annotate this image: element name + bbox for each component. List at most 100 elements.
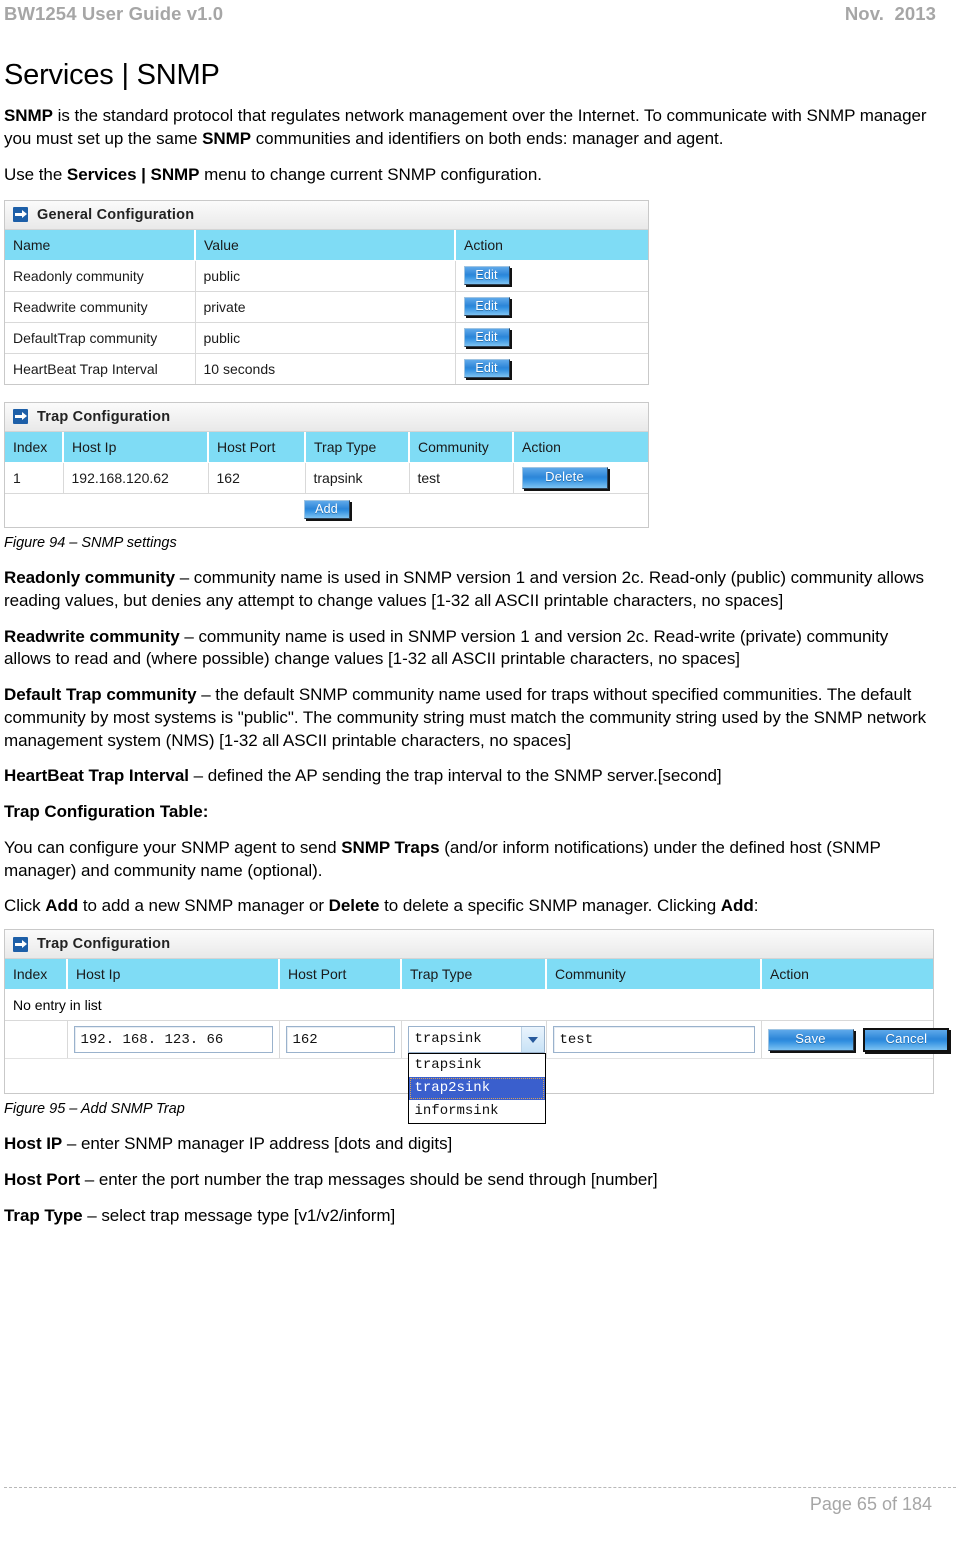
table-row: DefaultTrap community public Edit [5,322,648,354]
footer-divider [4,1487,956,1488]
trap-configuration-panel: Trap Configuration Index Host Ip Host Po… [4,401,649,528]
document-title: BW1254 User Guide v1.0 [4,3,224,24]
edit-button[interactable]: Edit [463,327,510,348]
edit-button[interactable]: Edit [463,265,510,286]
table-header-row: Name Value Action [5,229,648,261]
cell-name: DefaultTrap community [5,322,196,354]
save-button[interactable]: Save [767,1028,854,1051]
table-header-row: Index Host Ip Host Port Trap Type Commun… [5,431,648,463]
trap-type-option-list[interactable]: trapsink trap2sink informsink [407,1053,546,1125]
figure-95: Trap Configuration Index Host Ip Host Po… [4,929,950,1125]
add-trap-panel: Trap Configuration Index Host Ip Host Po… [4,929,950,1125]
intro-term-snmp: SNMP [4,106,53,126]
readwrite-community-description: Readwrite community – community name is … [4,626,938,672]
add-trap-table: Index Host Ip Host Port Trap Type Commun… [5,959,933,991]
column-header-host-port: Host Port [208,431,306,463]
cell-host-port: 162 [208,462,306,493]
readonly-community-term: Readonly community [4,567,176,587]
trap-type-description: Trap Type – select trap message type [v1… [4,1205,938,1228]
cell-index: 1 [5,462,64,493]
trap-type-option-trapsink[interactable]: trapsink [409,1054,545,1077]
column-header-host-ip: Host Ip [67,959,280,991]
general-configuration-header: General Configuration [5,200,648,230]
page-title: Services | SNMP [4,59,220,91]
trap-type-term: Trap Type [4,1205,83,1225]
trap-type-option-trap2sink[interactable]: trap2sink [408,1077,545,1101]
column-header-index: Index [5,431,64,463]
arrow-box-icon [13,936,28,952]
add-term-2: Add [720,896,754,916]
cell-value: public [195,260,456,292]
arrow-box-icon [13,409,28,425]
cell-action: Edit [455,322,648,354]
menu-path: Services | SNMP [66,164,200,184]
delete-term: Delete [328,896,380,916]
trap-type-option-informsink[interactable]: informsink [409,1100,545,1123]
cell-value: public [195,322,456,354]
host-port-input[interactable] [285,1026,395,1054]
add-row: Add [5,492,648,527]
cell-name: Readonly community [5,260,196,292]
intro-text-2: communities and identifiers on both ends… [251,129,724,149]
host-port-description: Host Port – enter the port number the tr… [4,1169,938,1192]
heartbeat-trap-interval-description: HeartBeat Trap Interval – defined the AP… [4,765,938,788]
edit-button[interactable]: Edit [463,358,510,379]
column-header-community: Community [546,959,762,991]
column-header-value: Value [195,229,456,261]
add-button[interactable]: Add [303,499,350,519]
cell-action: Edit [455,353,648,384]
figure-94: General Configuration Name Value Action … [4,199,649,528]
host-port-text: – enter the port number the trap message… [80,1169,658,1189]
page-footer: Page 65 of 184 [4,1487,956,1535]
figure-94-caption: Figure 94 – SNMP settings [4,534,177,551]
column-header-index: Index [5,959,68,991]
column-header-action: Action [455,229,648,261]
add-trap-panel-header: Trap Configuration [5,930,933,960]
cell-value: private [195,291,456,323]
cell-host-ip-input [67,1021,280,1059]
trap-configuration-table-label: Trap Configuration Table: [4,802,209,822]
column-header-trap-type: Trap Type [305,431,410,463]
add-trap-form-table: trapsink trapsink trap2sink informsink [5,1021,950,1125]
cell-name: Readwrite community [5,291,196,323]
edit-button[interactable]: Edit [463,296,510,317]
trap-intro-paragraph: You can configure your SNMP agent to sen… [4,837,938,883]
page-number: Page 65 of 184 [809,1494,932,1514]
chevron-down-icon[interactable] [520,1027,544,1053]
click-text-2: to add a new SNMP manager or [78,896,329,916]
column-header-trap-type: Trap Type [401,959,547,991]
column-header-host-port: Host Port [279,959,402,991]
trap-type-text: – select trap message type [v1/v2/inform… [82,1205,396,1225]
cell-form-actions: Save Cancel [761,1021,950,1059]
menu-intro-text: Use the [4,164,67,184]
trap-configuration-header: Trap Configuration [5,402,648,432]
trap-configuration-table: Index Host Ip Host Port Trap Type Commun… [5,431,648,493]
intro-term-snmp-2: SNMP [202,129,252,149]
trap-intro-text-1: You can configure your SNMP agent to sen… [4,837,342,857]
community-input[interactable] [552,1026,755,1054]
intro-paragraph-2: Use the Services | SNMP menu to change c… [4,164,938,187]
cancel-button[interactable]: Cancel [863,1027,950,1052]
general-configuration-table: Name Value Action Readonly community pub… [5,229,648,384]
add-term: Add [45,896,79,916]
snmp-traps-term: SNMP Traps [341,837,440,857]
cell-community: test [409,462,514,493]
column-header-action: Action [761,959,933,991]
cell-action: Edit [455,291,648,323]
readwrite-community-term: Readwrite community [4,626,180,646]
trap-type-dropdown[interactable]: trapsink trapsink trap2sink informsink [407,1026,546,1125]
cell-host-ip: 192.168.120.62 [63,462,209,493]
cell-host-port-input [279,1021,402,1059]
host-ip-input[interactable] [73,1026,273,1054]
column-header-action: Action [513,431,648,463]
cell-community-input [546,1021,762,1059]
cell-trap-type: trapsink [305,462,410,493]
delete-button[interactable]: Delete [521,466,608,489]
column-header-community: Community [409,431,514,463]
host-port-term: Host Port [4,1169,81,1189]
cell-index-empty [5,1021,68,1059]
host-ip-term: Host IP [4,1134,63,1154]
cell-trap-type-select: trapsink trapsink trap2sink informsink [401,1021,547,1125]
general-configuration-panel: General Configuration Name Value Action … [4,199,649,385]
readonly-community-description: Readonly community – community name is u… [4,567,938,613]
